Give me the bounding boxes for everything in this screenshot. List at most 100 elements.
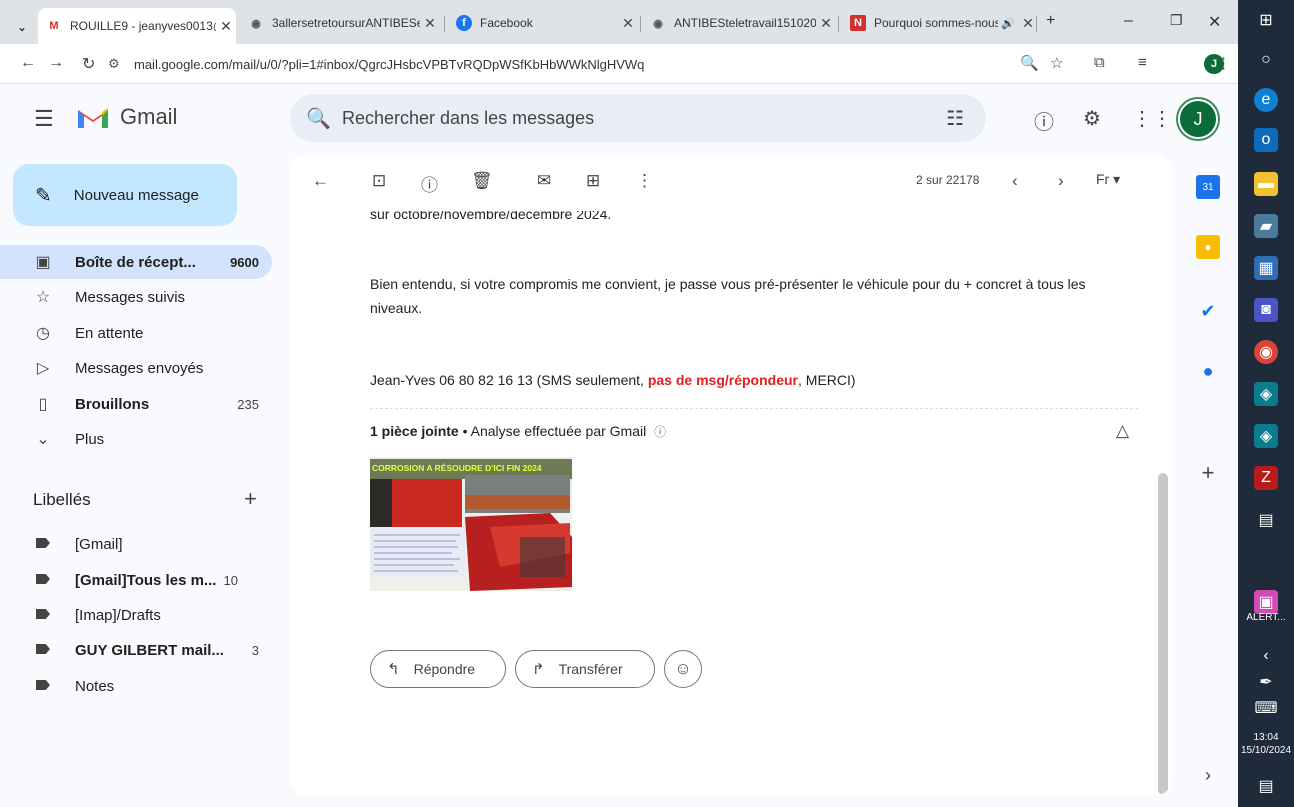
- app-icon[interactable]: ▤: [1254, 508, 1278, 532]
- info-icon[interactable]: ⓘ: [654, 425, 666, 439]
- report-spam-icon[interactable]: ⓘ: [421, 171, 438, 196]
- contacts-icon[interactable]: ●: [1196, 359, 1220, 383]
- address-bar: ← → ↻ ⚙ mail.google.com/mail/u/0/?pli=1#…: [0, 44, 1238, 84]
- archive-icon[interactable]: ⊡: [372, 171, 386, 191]
- tab-antibes-2[interactable]: ◉ ANTIBESteletravail15102024 ✕: [642, 8, 836, 38]
- browser-menu-icon[interactable]: ⋮: [1216, 54, 1231, 72]
- inbox-icon: ▣: [35, 254, 51, 271]
- notifications-icon[interactable]: ▤: [1254, 774, 1278, 798]
- tab-close-icon[interactable]: ✕: [618, 15, 638, 32]
- speaker-icon[interactable]: 🔊: [998, 17, 1018, 30]
- tab-close-icon[interactable]: ✕: [420, 15, 440, 32]
- mark-unread-icon[interactable]: ✉: [537, 171, 551, 191]
- keyboard-icon[interactable]: ⌨: [1254, 696, 1278, 720]
- sidebar-item-inbox[interactable]: ▣ Boîte de récept... 9600: [0, 245, 272, 279]
- back-to-inbox-icon[interactable]: ←: [312, 171, 329, 191]
- extensions-icon[interactable]: ⧉: [1094, 54, 1105, 71]
- reading-list-icon[interactable]: ≡: [1138, 54, 1147, 71]
- sidebar-item-starred[interactable]: ☆ Messages suivis: [0, 280, 272, 314]
- chrome-icon[interactable]: ◉: [1254, 340, 1278, 364]
- tab-close-icon[interactable]: ✕: [816, 15, 836, 32]
- gmail-m-icon: [78, 108, 108, 128]
- forward-arrow-icon[interactable]: →: [48, 54, 64, 72]
- attachment-caption: CORROSION A RÉSOUDRE D'ICI FIN 2024: [372, 463, 542, 473]
- sidebar-item-snoozed[interactable]: ◷ En attente: [0, 316, 272, 350]
- side-panel: 31 ● ✔ ● + ›: [1180, 155, 1238, 795]
- scrollbar-thumb[interactable]: [1158, 473, 1168, 795]
- sidebar-item-sent[interactable]: ▷ Messages envoyés: [0, 351, 272, 385]
- delete-trash-icon[interactable]: 🗑: [471, 171, 493, 191]
- search-bar[interactable]: 🔍 Rechercher dans les messages ☷: [290, 94, 986, 142]
- clock-time[interactable]: 13:04: [1238, 732, 1294, 743]
- label-item[interactable]: [Gmail]: [0, 527, 272, 561]
- tab-search-button[interactable]: ⌄: [6, 12, 30, 42]
- restore-icon[interactable]: ❐: [1170, 12, 1183, 29]
- calendar-icon[interactable]: 31: [1196, 175, 1220, 199]
- zoom-icon[interactable]: 🔍: [1020, 54, 1039, 72]
- sidebar-item-more[interactable]: ⌄ Plus: [0, 422, 272, 456]
- clock-date[interactable]: 15/10/2024: [1238, 745, 1294, 756]
- help-icon[interactable]: ⓘ: [1034, 106, 1054, 135]
- apps-grid-icon[interactable]: ⋮⋮: [1132, 106, 1172, 131]
- tab-close-icon[interactable]: ✕: [216, 18, 236, 35]
- edge-icon[interactable]: e: [1254, 88, 1278, 112]
- search-icon[interactable]: ○: [1254, 48, 1278, 72]
- back-arrow-icon[interactable]: ←: [20, 54, 36, 72]
- alert-app-icon[interactable]: ▣: [1254, 590, 1278, 614]
- search-input[interactable]: Rechercher dans les messages: [342, 108, 946, 129]
- emoji-reaction-icon[interactable]: ☺: [664, 650, 702, 688]
- label-tag-icon: [33, 535, 53, 553]
- search-icon[interactable]: 🔍: [306, 106, 331, 131]
- minimize-icon[interactable]: –: [1124, 12, 1133, 30]
- account-avatar[interactable]: J: [1178, 99, 1218, 139]
- gmail-logo[interactable]: Gmail: [76, 104, 177, 130]
- tasks-icon[interactable]: ✔: [1196, 299, 1220, 323]
- label-item[interactable]: Notes: [0, 669, 272, 703]
- tab-facebook[interactable]: f Facebook ✕: [448, 8, 638, 38]
- tab-pourquoi[interactable]: N Pourquoi sommes-nous 🔊 ✕: [842, 8, 1038, 38]
- url-field[interactable]: ⚙ mail.google.com/mail/u/0/?pli=1#inbox/…: [108, 49, 988, 79]
- bookmark-star-icon[interactable]: ☆: [1050, 54, 1063, 72]
- pen-icon[interactable]: ✒: [1254, 670, 1278, 694]
- file-explorer-icon[interactable]: ▬: [1254, 172, 1278, 196]
- tab-gmail[interactable]: M ROUILLE9 - jeanyves0013@g ✕: [38, 8, 236, 44]
- compose-button[interactable]: ✎ Nouveau message: [13, 164, 237, 226]
- window-close-icon[interactable]: ✕: [1208, 12, 1221, 32]
- label-item[interactable]: [Gmail]Tous les m... 10: [0, 563, 272, 597]
- label-item[interactable]: GUY GILBERT mail... 3: [0, 633, 272, 667]
- add-label-icon[interactable]: +: [244, 486, 257, 512]
- search-options-icon[interactable]: ☷: [946, 106, 964, 131]
- attachments-divider: [370, 408, 1138, 409]
- add-to-drive-icon[interactable]: △: [1116, 421, 1129, 441]
- new-tab-icon[interactable]: +: [1046, 12, 1055, 30]
- tab-close-icon[interactable]: ✕: [1018, 15, 1038, 32]
- main-menu-icon[interactable]: ☰: [34, 106, 54, 132]
- input-tools-icon[interactable]: Fr ▾: [1096, 171, 1120, 188]
- expand-panel-icon[interactable]: ›: [1196, 763, 1220, 787]
- label-item[interactable]: [Imap]/Drafts: [0, 598, 272, 632]
- app-icon[interactable]: ◈: [1254, 382, 1278, 406]
- app-icon[interactable]: ◙: [1254, 298, 1278, 322]
- move-to-folder-icon[interactable]: ⊞: [586, 171, 600, 191]
- keep-icon[interactable]: ●: [1196, 235, 1220, 259]
- overflow-chevron-icon[interactable]: ‹: [1254, 644, 1278, 668]
- outlook-icon[interactable]: o: [1254, 128, 1278, 152]
- more-options-icon[interactable]: ⋮: [636, 171, 653, 191]
- app-icon[interactable]: ◈: [1254, 424, 1278, 448]
- tab-antibes-1[interactable]: ◉ 3allersetretoursurANTIBESer ✕: [240, 8, 440, 38]
- attachment-thumbnail[interactable]: CORROSION A RÉSOUDRE D'ICI FIN 2024: [370, 457, 572, 591]
- settings-gear-icon[interactable]: ⚙: [1083, 106, 1101, 131]
- reply-button[interactable]: ↰ Répondre: [370, 650, 506, 688]
- forward-button[interactable]: ↱ Transférer: [515, 650, 655, 688]
- newer-chevron-icon[interactable]: ‹: [1012, 171, 1018, 191]
- sidebar-item-drafts[interactable]: ▯ Brouillons 235: [0, 387, 272, 421]
- add-apps-icon[interactable]: +: [1196, 460, 1220, 485]
- store-icon[interactable]: ▦: [1254, 256, 1278, 280]
- filezilla-icon[interactable]: Z: [1254, 466, 1278, 490]
- older-chevron-icon[interactable]: ›: [1058, 171, 1064, 191]
- app-icon[interactable]: ▰: [1254, 214, 1278, 238]
- windows-start-icon[interactable]: ⊞: [1254, 8, 1278, 32]
- reload-icon[interactable]: ↻: [82, 54, 95, 74]
- site-settings-icon[interactable]: ⚙: [108, 56, 126, 72]
- reply-arrow-icon: ↰: [387, 661, 400, 678]
